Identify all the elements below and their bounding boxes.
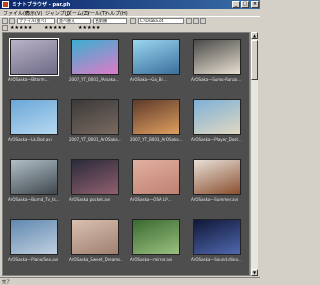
thumbnail-item[interactable]: ArOSaska一mirror.avi (129, 216, 185, 272)
thumbnail-item[interactable]: ArOSaka一Ga_Br… (129, 36, 185, 92)
thumbnail-image[interactable] (132, 39, 180, 75)
thumbnail-item[interactable]: 2007_YT_B001_/Arsaka… (68, 36, 124, 92)
thumbnail-image[interactable] (9, 38, 59, 76)
vertical-scrollbar[interactable]: ▲ ▼ (250, 32, 258, 276)
app-icon (2, 1, 9, 8)
toolbar: ファイル(並べ) 並べ替え 名前順 C:\Osaka.ot (0, 16, 260, 24)
thumbnail-caption: ArOSaska一Sound.dlina… (191, 257, 242, 262)
thumbnail-caption: ArOSaska一Piano/Sea.avi (8, 257, 59, 262)
thumbnail-item[interactable]: ArOSaska一Summer.avi (190, 156, 246, 212)
thumbnail-caption: ArOSaska一Lk.Bsd.avi (8, 137, 52, 142)
thumbnail-caption: 2007_YT_B001_ArOSaka… (69, 137, 122, 142)
thumbnail-item[interactable]: ArOSaska一Lk.Bsd.avi (7, 96, 63, 152)
thumbnail-image[interactable] (132, 219, 180, 255)
thumbnail-image[interactable] (132, 159, 180, 195)
thumbnail-item[interactable]: ArOSaka一Sumo-Ranzo… (190, 36, 246, 92)
thumbnail-image[interactable] (193, 219, 241, 255)
thumbnail-caption: ArOSaka一Sumo-Ranzo… (191, 77, 242, 82)
rating-stars-3[interactable]: ★★★★★ (78, 25, 100, 31)
close-button[interactable]: × (251, 1, 259, 8)
thumbnail-image[interactable] (71, 39, 119, 75)
thumbnail-item[interactable]: 2007_YT_B003_ArOSaka… (129, 96, 185, 152)
thumbnail-grid: ArOSaska一Bitorm… 2007_YT_B001_/Arsaka… ArO… (2, 32, 250, 276)
thumbnail-image[interactable] (193, 99, 241, 135)
thumbnail-image[interactable] (193, 39, 241, 75)
thumbnail-image[interactable] (71, 99, 119, 135)
thumbnail-caption: ArOSaska一Player_Dost… (191, 137, 242, 142)
window-title: ミナトブラウザ - par.ph (12, 2, 71, 8)
thumbnail-caption: ArOSaska_Sweet_Dreams… (69, 257, 123, 262)
status-bar: 完了 (0, 277, 260, 284)
thumbnail-item[interactable]: ArOSaska pocket.avi (68, 156, 124, 212)
thumbnail-item[interactable]: ArOSaska_Sweet_Dreams… (68, 216, 124, 272)
thumbnail-item[interactable]: 2007_YT_B001_ArOSaka… (68, 96, 124, 152)
thumbnail-item[interactable]: ArOSaska一Bitorm… (7, 36, 63, 92)
thumbnail-caption: ArOSaska一Summer.avi (191, 197, 239, 202)
thumbnail-item[interactable]: ArOSaska一OSA LP… (129, 156, 185, 212)
thumbnail-image[interactable] (132, 99, 180, 135)
menu-bar: ファイル(F) 表示(V) ジャンプ(J) ズーム(Z) ツール(T) ヘルプ(… (0, 9, 260, 17)
scroll-thumb[interactable] (251, 40, 258, 80)
thumbnail-caption: ArOSaska一OSA LP… (130, 197, 172, 202)
thumbnail-image[interactable] (71, 219, 119, 255)
thumbnail-image[interactable] (193, 159, 241, 195)
thumbnail-caption: ArOSaska pocket.avi (69, 197, 111, 202)
rating-clear-icon[interactable] (2, 25, 8, 31)
scroll-up-icon[interactable]: ▲ (251, 32, 258, 39)
thumbnail-image[interactable] (71, 159, 119, 195)
thumbnail-caption: ArOSaska一mirror.avi (130, 257, 173, 262)
thumbnail-item[interactable]: ArOSaska一Burnd_Tv_ts… (7, 156, 63, 212)
thumbnail-image[interactable] (10, 159, 58, 195)
maximize-button[interactable]: □ (241, 1, 249, 8)
thumbnail-caption: 2007_YT_B001_/Arsaka… (69, 77, 120, 82)
rating-stars-1[interactable]: ★★★★★ (10, 25, 32, 31)
thumbnail-item[interactable]: ArOSaska一Piano/Sea.avi (7, 216, 63, 272)
thumbnail-image[interactable] (10, 99, 58, 135)
thumbnail-image[interactable] (10, 219, 58, 255)
status-text: 完了 (2, 279, 10, 284)
thumbnail-caption: ArOSaska一Burnd_Tv_ts… (8, 197, 60, 202)
thumbnail-caption: 2007_YT_B003_ArOSaka… (130, 137, 183, 142)
thumbnail-item[interactable]: ArOSaska一Sound.dlina… (190, 216, 246, 272)
rating-toolbar: ★★★★★ ★★★★★ ★★★★★ (0, 24, 260, 31)
title-bar: ミナトブラウザ - par.ph _ □ × (0, 0, 260, 9)
minimize-button[interactable]: _ (232, 1, 240, 8)
thumbnail-item[interactable]: ArOSaska一Player_Dost… (190, 96, 246, 152)
rating-stars-2[interactable]: ★★★★★ (44, 25, 66, 31)
thumbnail-caption: ArOSaska一Bitorm… (8, 77, 49, 82)
scroll-down-icon[interactable]: ▼ (251, 269, 258, 276)
thumbnail-caption: ArOSaka一Ga_Br… (130, 77, 168, 82)
